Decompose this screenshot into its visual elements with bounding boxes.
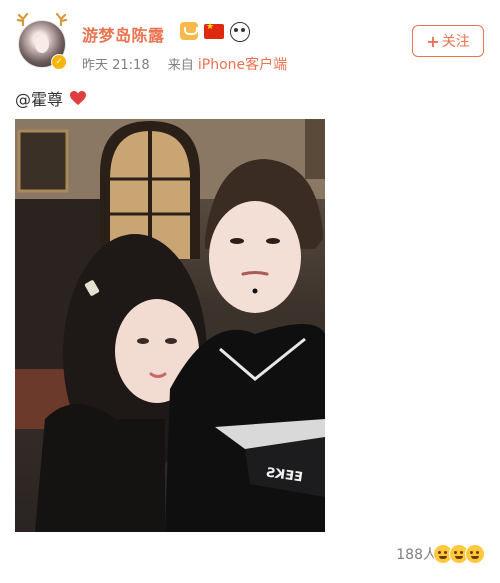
author-name[interactable]: 游梦岛陈露 bbox=[82, 22, 165, 46]
post-source[interactable]: iPhone客户端 bbox=[198, 57, 287, 73]
post-photo[interactable]: EEKS bbox=[15, 119, 325, 532]
post-text: @霍尊 bbox=[15, 86, 87, 110]
weibo-post: ✓ 游梦岛陈露 昨天 21:18 来自 iPhone客户端 + 关注 @霍尊 bbox=[0, 0, 500, 583]
follow-button[interactable]: + 关注 bbox=[412, 25, 484, 57]
follow-label: 关注 bbox=[441, 34, 470, 50]
likes-count: 188人 bbox=[396, 547, 437, 563]
plus-icon: + bbox=[426, 31, 440, 51]
china-flag-icon bbox=[204, 22, 224, 39]
post-time[interactable]: 昨天 21:18 bbox=[82, 58, 150, 73]
source-prefix: 来自 bbox=[167, 58, 194, 73]
mention-link[interactable]: @霍尊 bbox=[15, 86, 63, 110]
grin-face-icon bbox=[465, 544, 485, 564]
likes-summary[interactable]: 188人 bbox=[396, 544, 485, 564]
vip-crown-icon[interactable] bbox=[180, 22, 198, 40]
verified-badge-icon: ✓ bbox=[51, 54, 67, 70]
panda-icon bbox=[230, 22, 250, 42]
heart-icon bbox=[70, 91, 87, 105]
avatar[interactable]: ✓ bbox=[15, 12, 69, 70]
post-meta: 昨天 21:18 来自 iPhone客户端 bbox=[82, 54, 287, 74]
selfie-image: EEKS bbox=[15, 119, 325, 532]
